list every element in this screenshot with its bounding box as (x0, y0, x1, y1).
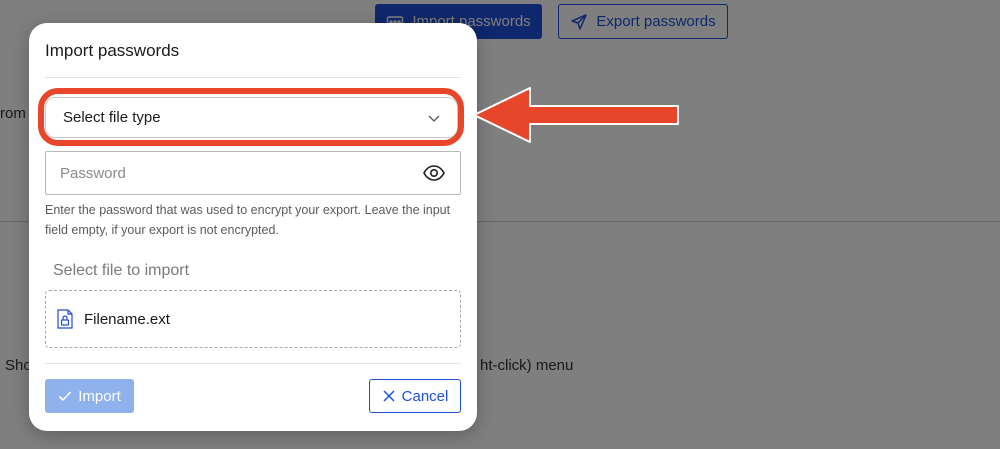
locked-file-icon (57, 309, 73, 329)
cancel-button[interactable]: Cancel (369, 379, 461, 413)
file-drop-zone[interactable]: Filename.ext (45, 290, 461, 348)
import-button[interactable]: Import (45, 379, 134, 413)
password-field[interactable] (45, 151, 461, 195)
file-name: Filename.ext (84, 310, 170, 328)
password-helper-text: Enter the password that was used to encr… (45, 203, 451, 237)
file-type-select[interactable]: Select file type (45, 97, 458, 138)
dialog-title: Import passwords (45, 41, 180, 60)
close-icon (383, 390, 395, 402)
file-type-select-value: Select file type (63, 109, 161, 126)
cancel-button-label: Cancel (401, 387, 449, 405)
divider (45, 363, 461, 364)
chevron-down-icon (428, 115, 440, 122)
import-button-label: Import (78, 387, 121, 405)
import-passwords-dialog: Import passwords Select file type Enter … (29, 23, 477, 431)
check-icon (59, 391, 72, 402)
eye-icon[interactable] (422, 161, 446, 185)
file-section-label: Select file to import (53, 262, 190, 279)
password-input[interactable] (60, 164, 400, 182)
divider (45, 77, 461, 78)
